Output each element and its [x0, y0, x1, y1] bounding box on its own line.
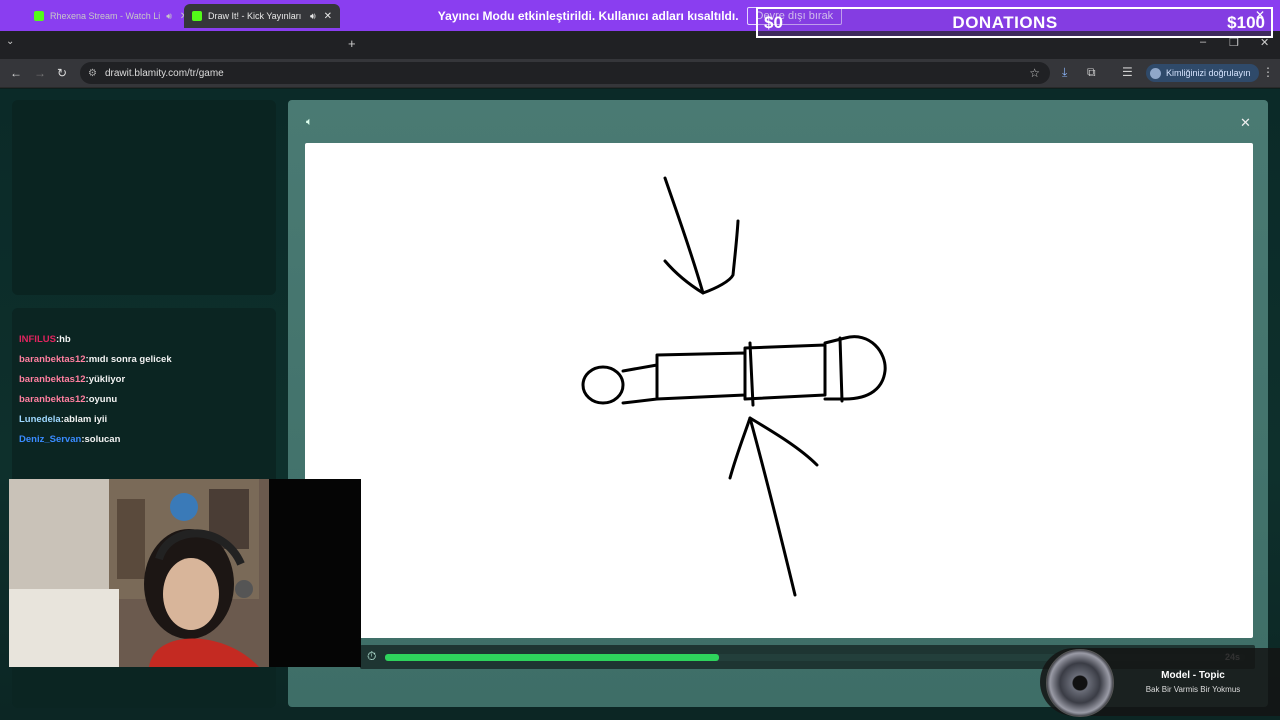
drawing [581, 176, 887, 597]
chat-username: baranbektas12 [19, 394, 86, 405]
download-icon[interactable]: ⤓ [1062, 65, 1067, 80]
chat-text: mıdı sonra gelicek [88, 354, 172, 365]
address-bar[interactable]: ⚙ drawit.blamity.com/tr/game ☆ [80, 62, 1050, 84]
bottom-arrow-head [728, 416, 819, 480]
sound-toggle-icon[interactable]: 🔈︎ [306, 116, 313, 129]
reading-list-icon[interactable]: ☰ [1122, 65, 1133, 79]
players-panel [12, 100, 276, 295]
tab-search-icon[interactable]: ⌄ [6, 36, 14, 47]
bottom-arrow-stroke [748, 416, 797, 597]
chat-message: INFILUS:hb [19, 334, 71, 345]
close-tab-icon[interactable]: ✕ [324, 11, 332, 22]
chat-username: Deniz_Servan [19, 434, 82, 445]
speaker-icon: 🔊︎ [310, 10, 316, 21]
forward-icon[interactable]: → [34, 66, 46, 80]
song-subtitle: Bak Bir Varmis Bir Yokmus [1145, 685, 1241, 694]
top-arrow-stroke [663, 176, 705, 295]
chat-text: yükliyor [88, 374, 126, 385]
chat-message: baranbektas12:oyunu [19, 394, 118, 405]
donations-current: $0 [764, 12, 783, 32]
plug-section-1 [621, 363, 659, 405]
stopwatch-icon: ⏱ [367, 649, 377, 663]
profile-verify-label: Kimliğinizi doğrulayın [1166, 68, 1251, 78]
tab-label: Draw It! - Kick Yayınları İçin [208, 11, 304, 21]
chat-message: Lunedela:ablam iyii [19, 414, 108, 425]
chat-username: baranbektas12 [19, 354, 86, 365]
speaker-icon: 🔊︎ [166, 10, 172, 21]
chat-message: Deniz_Servan:solucan [19, 434, 121, 445]
streamer-mode-text: Yayıncı Modu etkinleştirildi. Kullanıcı … [437, 8, 739, 23]
kick-favicon-icon [34, 11, 44, 21]
donations-title: DONATIONS [952, 12, 1058, 32]
close-icon[interactable]: ✕ [1255, 8, 1265, 22]
chat-text: oyunu [88, 394, 118, 405]
chat-username: INFILUS [19, 334, 56, 345]
profile-verify-button[interactable]: Kimliğinizi doğrulayın [1146, 64, 1259, 82]
tab-draw-it[interactable]: Draw It! - Kick Yayınları İçin 🔊︎ ✕ [184, 4, 341, 28]
site-info-icon[interactable]: ⚙ [88, 68, 97, 79]
more-menu-icon[interactable]: ⋮ [1262, 65, 1274, 79]
album-art-disc [1046, 649, 1114, 717]
new-tab-icon[interactable]: + [348, 36, 356, 51]
chat-messages: INFILUS:hb baranbektas12:mıdı sonra geli… [19, 330, 172, 450]
extensions-icon[interactable]: ⧉ [1087, 65, 1096, 80]
plug-section-2 [655, 351, 747, 401]
chat-username: baranbektas12 [19, 374, 86, 385]
plug-ridge-1 [748, 341, 755, 407]
webcam-image [9, 479, 361, 667]
chat-message: baranbektas12:mıdı sonra gelicek [19, 354, 172, 365]
chat-text: solucan [84, 434, 121, 445]
chat-username: Lunedela [19, 414, 61, 425]
song-title: Model - Topic [1161, 670, 1225, 681]
chat-text: ablam iyii [63, 414, 108, 425]
close-game-icon[interactable]: ✕ [1240, 115, 1251, 131]
plug-handle [823, 335, 887, 401]
plug-ridge-2 [838, 336, 844, 403]
avatar [1150, 67, 1161, 79]
plug-tip [581, 365, 625, 405]
plug-section-3 [743, 343, 827, 401]
top-arrow-head [663, 219, 740, 295]
url-text: drawit.blamity.com/tr/game [104, 67, 224, 79]
drawing-canvas[interactable] [305, 143, 1253, 638]
tab-label: Rhexena Stream - Watch Li [50, 11, 161, 21]
reload-icon[interactable]: ↻ [57, 66, 67, 80]
donations-overlay: $0 DONATIONS $100 ✕ [756, 7, 1273, 38]
chat-message: baranbektas12:yükliyor [19, 374, 126, 385]
drawit-favicon-icon [192, 11, 202, 21]
chat-text: hb [59, 334, 71, 345]
back-icon[interactable]: ← [10, 66, 22, 80]
time-progress-fill [385, 654, 719, 661]
tab-kick-stream[interactable]: Rhexena Stream - Watch Li 🔊︎ ✕ [26, 4, 196, 28]
bookmark-star-icon[interactable]: ☆ [1029, 66, 1040, 80]
webcam-feed [9, 479, 361, 667]
